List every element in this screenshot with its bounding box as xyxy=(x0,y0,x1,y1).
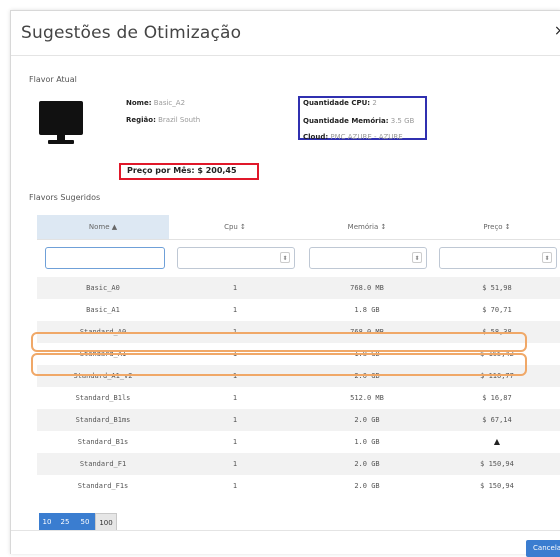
flavor-cloud: Cloud: PMC AZURE - AZURE xyxy=(303,133,403,141)
cell-memory: 1.0 GB xyxy=(354,438,380,446)
standard-a1-v2-highlight xyxy=(31,353,527,376)
column-header-cpu[interactable]: Cpu ↕ xyxy=(169,215,301,239)
cell-name: Basic_A0 xyxy=(86,284,120,292)
cell-memory: 1.8 GB xyxy=(354,306,380,314)
memory-filter-input[interactable]: ⬍ xyxy=(309,247,427,269)
title-divider xyxy=(11,55,560,56)
optimization-dialog: Sugestões de Otimização × Flavor Atual N… xyxy=(10,10,560,557)
table-row[interactable]: Basic_A0 1 768.0 MB $ 51,98 xyxy=(37,277,560,299)
cell-price: $ 51,98 xyxy=(482,284,512,292)
cell-memory: 2.0 GB xyxy=(354,460,380,468)
stepper-icon[interactable]: ⬍ xyxy=(542,252,552,263)
cell-memory: 2.0 GB xyxy=(354,416,380,424)
cell-cpu: 1 xyxy=(232,306,238,314)
flavor-region: Região: Brazil South xyxy=(126,116,201,124)
column-header-memory[interactable]: Memória ↕ xyxy=(301,215,433,239)
flavor-cpu: Quantidade CPU: 2 xyxy=(303,99,377,107)
dialog-title: Sugestões de Otimização xyxy=(21,23,242,43)
cell-memory: 2.0 GB xyxy=(354,482,380,490)
table-row[interactable]: Standard_B1ms 1 2.0 GB $ 67,14 xyxy=(37,409,560,431)
price-filter-input[interactable]: ⬍ xyxy=(439,247,557,269)
name-filter-input[interactable] xyxy=(45,247,165,269)
cell-price: $ 67,14 xyxy=(482,416,512,424)
header-divider xyxy=(37,239,560,240)
cell-price: $ 70,71 xyxy=(482,306,512,314)
close-icon[interactable]: × xyxy=(554,23,560,39)
page-size-25[interactable]: 25 xyxy=(55,513,75,531)
cell-cpu: 1 xyxy=(232,460,238,468)
table-row[interactable]: Standard_F1s 1 2.0 GB $ 150,94 xyxy=(37,475,560,497)
cell-memory: 512.0 MB xyxy=(350,394,384,402)
cell-cpu: 1 xyxy=(232,438,238,446)
monitor-icon xyxy=(39,101,83,153)
page-size-50[interactable]: 50 xyxy=(75,513,95,531)
flavor-name: Nome: Basic_A2 xyxy=(126,99,186,107)
cell-cpu: 1 xyxy=(232,394,238,402)
standard-a1-highlight xyxy=(31,332,527,352)
cell-name: Standard_B1ls xyxy=(75,394,131,402)
flavor-memory: Quantidade Memória: 3.5 GB xyxy=(303,117,415,125)
cell-cpu: 1 xyxy=(232,416,238,424)
page-size-selector: 10 25 50 100 xyxy=(39,513,117,531)
table-header: Nome ▲ Cpu ↕ Memória ↕ Preço ↕ xyxy=(37,215,560,239)
cell-memory: 768.0 MB xyxy=(350,284,384,292)
stepper-icon[interactable]: ⬍ xyxy=(280,252,290,263)
cancel-button[interactable]: Cancelar xyxy=(526,540,560,557)
suggested-flavors-label: Flavors Sugeridos xyxy=(29,193,101,202)
column-header-price[interactable]: Preço ↕ xyxy=(433,215,560,239)
cell-name: Standard_F1s xyxy=(77,482,129,490)
cell-name: Standard_F1 xyxy=(79,460,127,468)
footer-divider xyxy=(11,530,560,531)
cell-price: $ 150,94 xyxy=(480,460,514,468)
cell-price: $ 150,94 xyxy=(480,482,514,490)
cell-name: Standard_B1ms xyxy=(75,416,131,424)
current-flavor-label: Flavor Atual xyxy=(29,75,77,84)
table-row[interactable]: Standard_F1 1 2.0 GB $ 150,94 xyxy=(37,453,560,475)
cell-cpu: 1 xyxy=(232,284,238,292)
cpu-filter-input[interactable]: ⬍ xyxy=(177,247,295,269)
table-row[interactable]: Basic_A1 1 1.8 GB $ 70,71 xyxy=(37,299,560,321)
column-header-name[interactable]: Nome ▲ xyxy=(37,215,169,239)
page-size-10[interactable]: 10 xyxy=(39,513,55,531)
stepper-icon[interactable]: ⬍ xyxy=(412,252,422,263)
cell-cpu: 1 xyxy=(232,482,238,490)
monthly-price: Preço por Mês: $ 200,45 xyxy=(127,166,237,175)
page-size-100[interactable]: 100 xyxy=(95,513,117,531)
cell-price: $ 16,87 xyxy=(482,394,512,402)
warning-icon: ▲ xyxy=(493,437,501,446)
cell-name: Standard_B1s xyxy=(77,438,129,446)
table-row[interactable]: Standard_B1ls 1 512.0 MB $ 16,87 xyxy=(37,387,560,409)
cell-name: Basic_A1 xyxy=(86,306,120,314)
table-row[interactable]: Standard_B1s 1 1.0 GB ▲ xyxy=(37,431,560,453)
